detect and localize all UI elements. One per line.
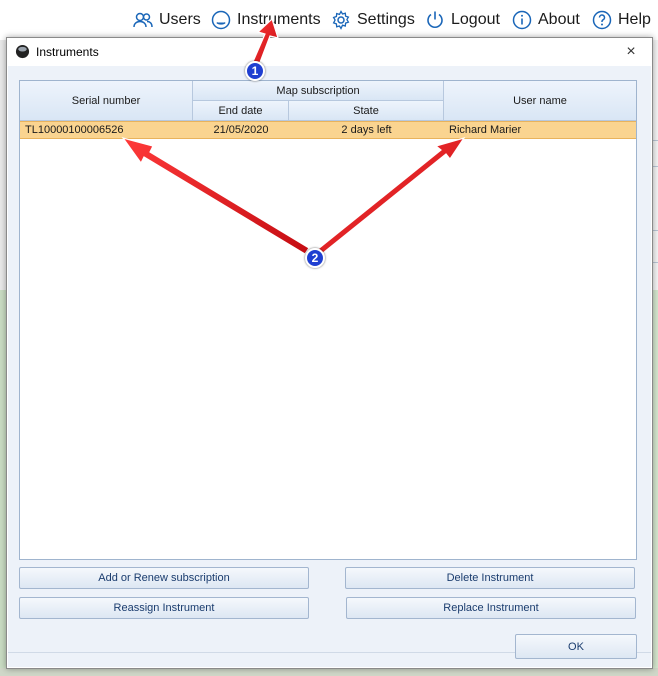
- top-navigation-bar: Users Instruments Settings Logout About: [0, 0, 658, 40]
- nav-help-label: Help: [618, 11, 651, 28]
- users-icon: [133, 12, 153, 28]
- cell-end-date: 21/05/2020: [213, 124, 269, 136]
- nav-logout[interactable]: Logout: [425, 8, 500, 32]
- instruments-grid: Serial number Map subscription End date …: [19, 80, 637, 560]
- column-header-user[interactable]: User name: [444, 81, 636, 121]
- reassign-instrument-button[interactable]: Reassign Instrument: [19, 597, 309, 619]
- background-map-bottom: [0, 668, 658, 676]
- column-header-user-label: User name: [513, 94, 567, 107]
- column-header-state-label: State: [353, 104, 379, 117]
- column-header-state[interactable]: State: [289, 101, 444, 121]
- close-icon: ×: [626, 43, 636, 60]
- table-row[interactable]: TL10000100006526 21/05/2020 2 days left …: [20, 121, 636, 139]
- power-icon: [427, 11, 443, 28]
- dialog-title: Instruments: [36, 45, 99, 59]
- cell-user: Richard Marier: [449, 124, 522, 136]
- nav-settings-label: Settings: [357, 11, 415, 28]
- gear-icon: [332, 10, 350, 30]
- column-header-serial-label: Serial number: [71, 94, 141, 107]
- column-group-label: Map subscription: [276, 84, 360, 97]
- nav-help[interactable]: Help: [592, 8, 651, 32]
- add-renew-subscription-button[interactable]: Add or Renew subscription: [19, 567, 309, 589]
- nav-logout-label: Logout: [451, 11, 500, 28]
- nav-about[interactable]: About: [512, 8, 580, 32]
- column-group-map-subscription: Map subscription: [193, 81, 444, 101]
- dialog-content: Serial number Map subscription End date …: [8, 66, 651, 667]
- column-header-end-date-label: End date: [218, 104, 263, 117]
- annotation-badge-2: 2: [305, 248, 325, 268]
- annotation-badge-1: 1: [245, 61, 265, 81]
- nav-instruments-label: Instruments: [237, 11, 321, 28]
- replace-instrument-button[interactable]: Replace Instrument: [346, 597, 636, 619]
- cell-serial: TL10000100006526: [25, 124, 124, 136]
- close-button[interactable]: ×: [621, 42, 641, 62]
- delete-instrument-button[interactable]: Delete Instrument: [345, 567, 635, 589]
- dialog-titlebar: Instruments ×: [7, 38, 652, 66]
- instruments-dialog: Instruments × Serial number Map subscrip…: [6, 37, 653, 669]
- cell-state: 2 days left: [341, 124, 392, 136]
- nav-users[interactable]: Users: [133, 8, 201, 32]
- info-icon: [512, 10, 532, 30]
- column-header-end-date[interactable]: End date: [193, 101, 289, 121]
- help-icon: [592, 10, 612, 30]
- instrument-icon: [211, 10, 231, 30]
- column-header-serial[interactable]: Serial number: [20, 81, 193, 121]
- nav-instruments[interactable]: Instruments: [211, 8, 321, 32]
- nav-about-label: About: [538, 11, 580, 28]
- nav-users-label: Users: [159, 11, 201, 28]
- ok-button[interactable]: OK: [515, 634, 637, 659]
- app-icon: [15, 44, 30, 59]
- nav-settings[interactable]: Settings: [331, 8, 415, 32]
